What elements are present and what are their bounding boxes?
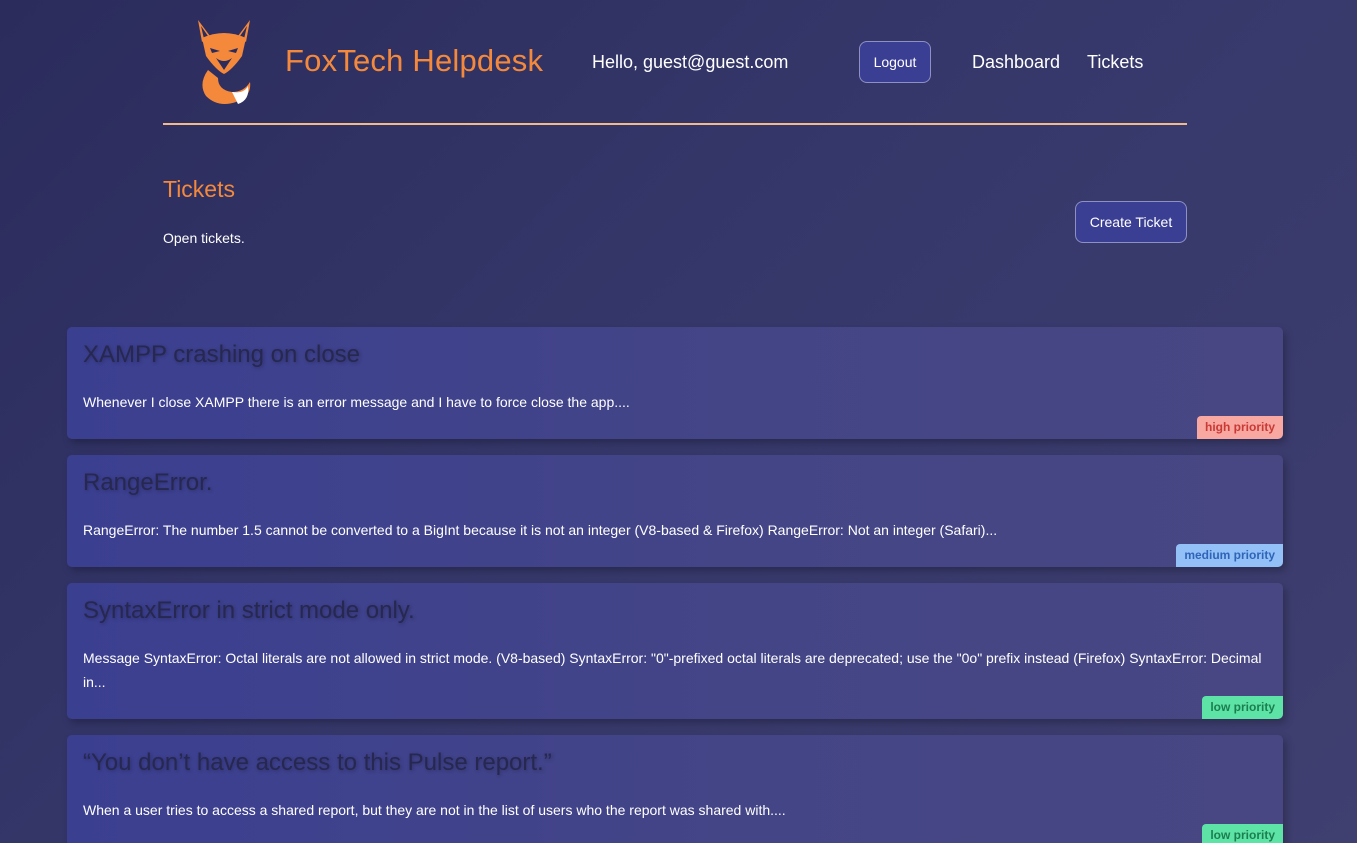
page-title: Tickets bbox=[163, 176, 235, 202]
ticket-title: “You don’t have access to this Pulse rep… bbox=[83, 749, 552, 776]
ticket-description: When a user tries to access a shared rep… bbox=[83, 802, 786, 818]
priority-badge: medium priority bbox=[1176, 544, 1283, 567]
ticket-title: XAMPP crashing on close bbox=[83, 341, 361, 368]
ticket-description: Message SyntaxError: Octal literals are … bbox=[83, 650, 1262, 690]
ticket-card[interactable]: SyntaxError in strict mode only. Message… bbox=[67, 583, 1283, 719]
site-header: FoxTech Helpdesk Hello, guest@guest.com … bbox=[163, 0, 1187, 125]
ticket-card[interactable]: XAMPP crashing on close Whenever I close… bbox=[67, 327, 1283, 439]
logout-button[interactable]: Logout bbox=[859, 41, 931, 83]
fox-logo-icon[interactable] bbox=[192, 18, 256, 106]
page-subtitle: Open tickets. bbox=[163, 230, 245, 246]
ticket-title: RangeError. bbox=[83, 469, 213, 496]
priority-badge: low priority bbox=[1202, 824, 1283, 843]
ticket-description: RangeError: The number 1.5 cannot be con… bbox=[83, 522, 998, 538]
nav-tickets-link[interactable]: Tickets bbox=[1087, 52, 1143, 73]
ticket-title: SyntaxError in strict mode only. bbox=[83, 597, 415, 624]
priority-badge: high priority bbox=[1197, 416, 1283, 439]
brand-name: FoxTech Helpdesk bbox=[285, 43, 544, 78]
create-ticket-button[interactable]: Create Ticket bbox=[1075, 201, 1187, 243]
ticket-card[interactable]: RangeError. RangeError: The number 1.5 c… bbox=[67, 455, 1283, 567]
user-greeting: Hello, guest@guest.com bbox=[592, 52, 789, 72]
ticket-card[interactable]: “You don’t have access to this Pulse rep… bbox=[67, 735, 1283, 843]
priority-badge: low priority bbox=[1202, 696, 1283, 719]
ticket-description: Whenever I close XAMPP there is an error… bbox=[83, 394, 630, 410]
nav-dashboard-link[interactable]: Dashboard bbox=[972, 52, 1060, 73]
